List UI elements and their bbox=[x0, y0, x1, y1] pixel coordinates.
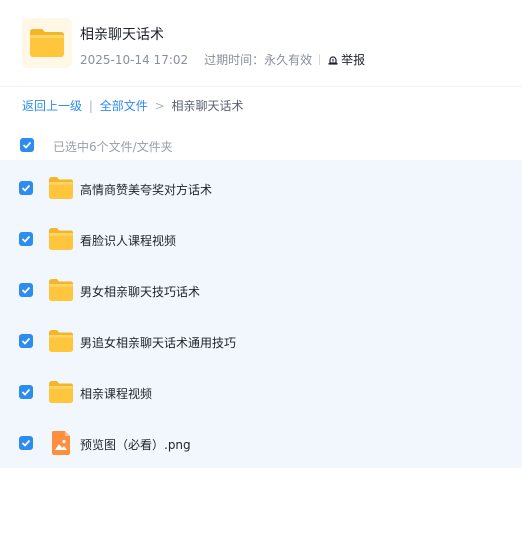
file-row[interactable]: 预览图（必看）.png bbox=[0, 417, 522, 468]
breadcrumb-all-files-link[interactable]: 全部文件 bbox=[100, 99, 148, 113]
file-name[interactable]: 预览图（必看）.png bbox=[80, 436, 191, 453]
report-button[interactable]: 举报 bbox=[327, 51, 365, 68]
file-name[interactable]: 高情商赞美夸奖对方话术 bbox=[80, 181, 212, 198]
checkmark-icon bbox=[21, 184, 31, 192]
file-row[interactable]: 相亲课程视频 bbox=[0, 366, 522, 417]
checkmark-icon bbox=[21, 388, 31, 396]
breadcrumb-current: 相亲聊天话术 bbox=[171, 99, 244, 113]
folder-icon bbox=[49, 330, 73, 352]
share-meta: 2025-10-14 17:02 过期时间：永久有效 举报 bbox=[80, 51, 365, 68]
folder-icon bbox=[49, 177, 73, 199]
breadcrumb: 返回上一级 | 全部文件 > 相亲聊天话术 bbox=[22, 97, 243, 114]
file-row[interactable]: 男追女相亲聊天话术通用技巧 bbox=[0, 315, 522, 366]
alarm-icon bbox=[328, 55, 338, 65]
breadcrumb-back-link[interactable]: 返回上一级 bbox=[22, 99, 82, 113]
select-all-row: 已选中6个文件/文件夹 bbox=[0, 130, 522, 160]
file-row[interactable]: 高情商赞美夸奖对方话术 bbox=[0, 162, 522, 213]
file-name[interactable]: 男追女相亲聊天话术通用技巧 bbox=[80, 334, 236, 351]
report-label: 举报 bbox=[341, 53, 366, 67]
breadcrumb-separator: | bbox=[88, 99, 93, 113]
file-row[interactable]: 看脸识人课程视频 bbox=[0, 213, 522, 264]
checkmark-icon bbox=[21, 235, 31, 243]
folder-icon bbox=[49, 381, 73, 403]
file-checkbox[interactable] bbox=[19, 283, 33, 297]
meta-divider bbox=[319, 54, 321, 65]
folder-icon bbox=[49, 279, 73, 301]
file-checkbox[interactable] bbox=[19, 436, 33, 450]
file-checkbox[interactable] bbox=[19, 232, 33, 246]
selection-count-label: 已选中6个文件/文件夹 bbox=[53, 140, 173, 154]
checkmark-icon bbox=[22, 141, 32, 149]
image-file-icon bbox=[52, 431, 70, 455]
file-checkbox[interactable] bbox=[19, 334, 33, 348]
file-checkbox[interactable] bbox=[19, 385, 33, 399]
expiry-text: 过期时间：永久有效 bbox=[204, 53, 313, 67]
checkmark-icon bbox=[21, 439, 31, 447]
folder-icon bbox=[49, 228, 73, 250]
checkmark-icon bbox=[21, 337, 31, 345]
file-name[interactable]: 男女相亲聊天技巧话术 bbox=[80, 283, 200, 300]
share-header: 相亲聊天话术 2025-10-14 17:02 过期时间：永久有效 举报 bbox=[0, 0, 522, 87]
page-title: 相亲聊天话术 bbox=[80, 27, 164, 43]
file-list: 高情商赞美夸奖对方话术 看脸识人课程视频 男女相亲聊天技巧话术 男追女相亲聊天话… bbox=[0, 160, 522, 468]
breadcrumb-arrow: > bbox=[154, 99, 165, 113]
file-checkbox[interactable] bbox=[19, 181, 33, 195]
share-date: 2025-10-14 17:02 bbox=[80, 52, 189, 67]
file-name[interactable]: 看脸识人课程视频 bbox=[80, 232, 176, 249]
file-name[interactable]: 相亲课程视频 bbox=[80, 385, 152, 402]
checkmark-icon bbox=[21, 286, 31, 294]
file-row[interactable]: 男女相亲聊天技巧话术 bbox=[0, 264, 522, 315]
folder-icon bbox=[22, 18, 72, 68]
select-all-checkbox[interactable] bbox=[20, 138, 34, 152]
